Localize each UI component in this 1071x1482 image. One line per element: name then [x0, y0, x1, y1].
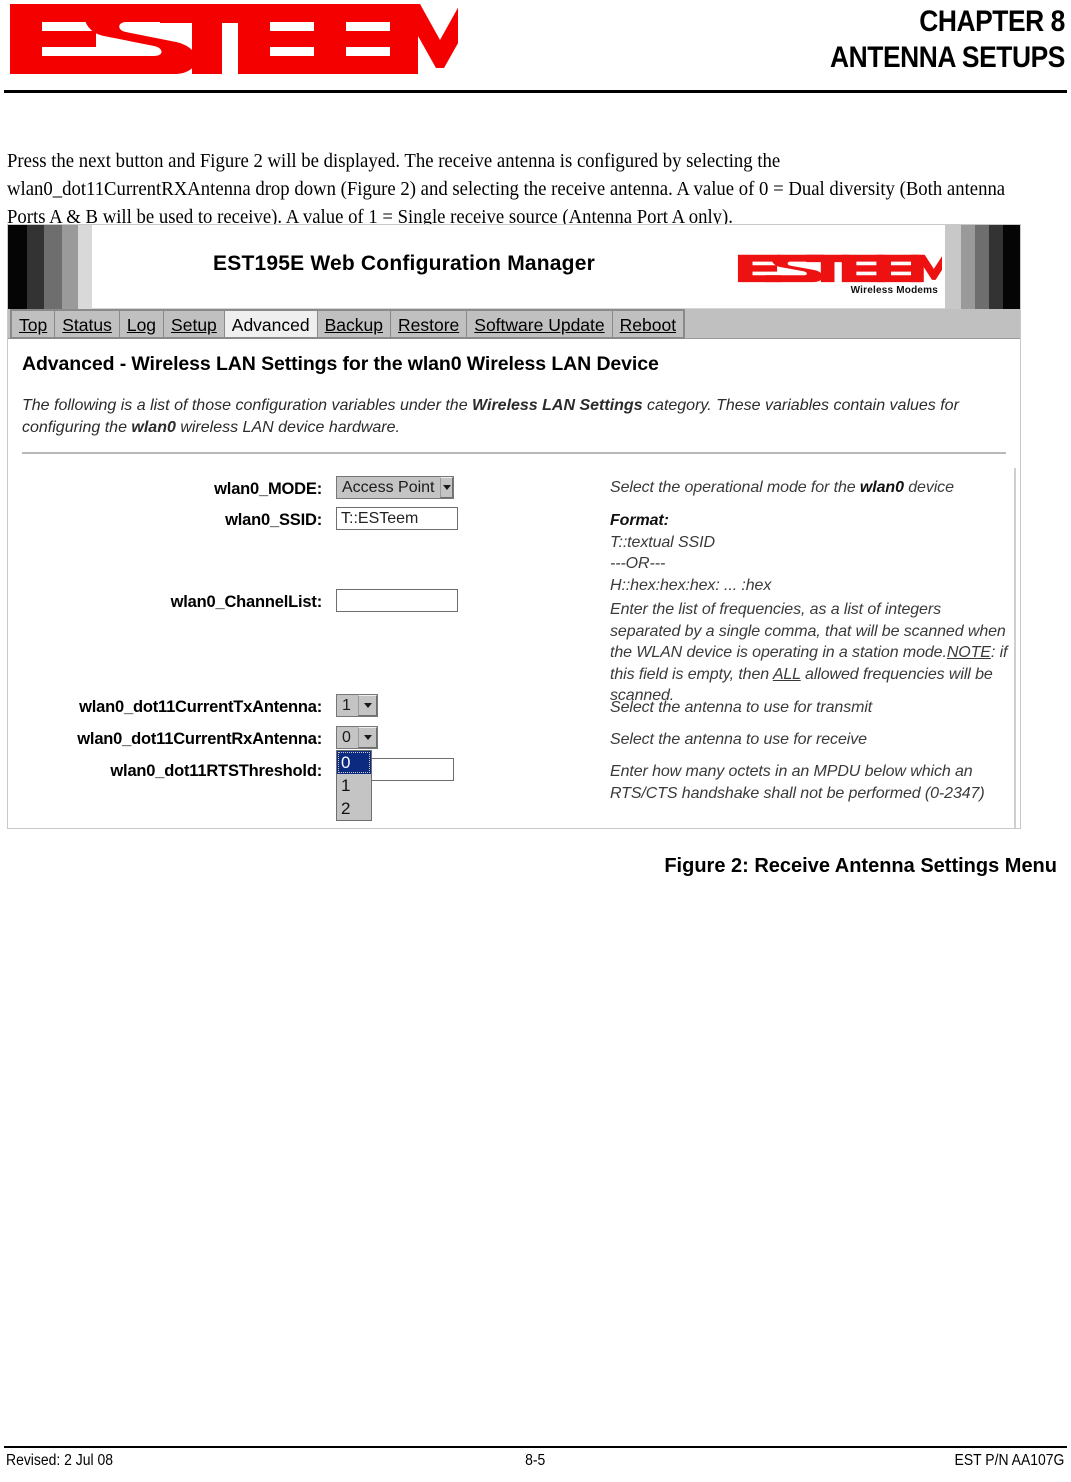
nav-tab-restore[interactable]: Restore [391, 311, 468, 337]
wlan0-tx-antenna-value: 1 [342, 696, 351, 714]
wlan0-tx-antenna-select[interactable]: 1 [336, 694, 378, 717]
content-heading: Advanced - Wireless LAN Settings for the… [22, 353, 659, 375]
label-wlan0-rx-antenna: wlan0_dot11CurrentRxAntenna: [77, 730, 322, 748]
intro-bold-wireless-lan-settings: Wireless LAN Settings [472, 397, 643, 414]
figure-caption: Figure 2: Receive Antenna Settings Menu [664, 855, 1057, 877]
description-ssid: Format: T::textual SSID ---OR--- H::hex:… [610, 510, 1005, 596]
description-rts-threshold: Enter how many octets in an MPDU below w… [610, 763, 985, 802]
nav-tab-advanced[interactable]: Advanced [224, 311, 318, 337]
dropdown-option-1[interactable]: 1 [337, 774, 371, 797]
ssid-format-line3: H::hex:hex:hex: ... :hex [610, 576, 772, 594]
channel-desc-note: NOTE [946, 644, 991, 661]
content-intro: The following is a list of those configu… [22, 395, 1006, 439]
field-row-rts-threshold: wlan0_dot11RTSThreshold: [22, 760, 322, 781]
field-row-channel-list: wlan0_ChannelList: [22, 591, 323, 612]
wlan0-ssid-input[interactable] [336, 507, 458, 530]
label-wlan0-tx-antenna: wlan0_dot11CurrentTxAntenna: [79, 698, 322, 716]
web-manager-banner: EST195E Web Configuration Manager Wirele… [8, 225, 1020, 309]
nav-tab-setup[interactable]: Setup [164, 311, 225, 337]
field-row-tx-antenna: wlan0_dot11CurrentTxAntenna: [22, 696, 322, 717]
chapter-title-block: CHAPTER 8 ANTENNA SETUPS [798, 4, 1065, 76]
ssid-format-line2: ---OR--- [610, 555, 666, 572]
field-row-ssid: wlan0_SSID: [22, 509, 322, 530]
description-mode: Select the operational mode for the wlan… [610, 479, 954, 496]
page-footer: Revised: 2 Jul 08 8-5 EST P/N AA107G [6, 1452, 1064, 1470]
nav-tab-software-update[interactable]: Software Update [467, 311, 613, 337]
footer-divider [4, 1446, 1067, 1448]
figure-screenshot: EST195E Web Configuration Manager Wirele… [7, 224, 1021, 829]
wlan0-mode-value: Access Point [342, 478, 435, 496]
wlan0-mode-select[interactable]: Access Point [336, 476, 454, 499]
wlan0-rx-antenna-dropdown-list[interactable]: 0 1 2 [336, 750, 372, 821]
label-wlan0-mode: wlan0_MODE: [214, 480, 322, 498]
body-paragraph: Press the next button and Figure 2 will … [7, 150, 1006, 228]
label-wlan0-ssid: wlan0_SSID: [225, 511, 322, 529]
field-row-mode: wlan0_MODE: [22, 478, 322, 499]
ssid-format-title: Format: [610, 512, 669, 529]
banner-stripes-right [945, 225, 1020, 309]
dropdown-option-2[interactable]: 2 [337, 797, 371, 820]
description-channel-list: Enter the list of frequencies, as a list… [610, 599, 1015, 707]
header-divider [4, 90, 1067, 93]
label-wlan0-channellist: wlan0_ChannelList: [170, 593, 323, 611]
page-header: CHAPTER 8 ANTENNA SETUPS [0, 0, 1071, 96]
nav-tab-log[interactable]: Log [119, 311, 165, 337]
chevron-down-icon[interactable] [358, 695, 377, 716]
channel-desc-all: ALL [772, 665, 801, 683]
settings-form: wlan0_MODE: Access Point wlan0_SSID: wla… [22, 468, 1016, 828]
wlan0-channellist-input[interactable] [336, 589, 458, 612]
control-wlan0-mode: Access Point [336, 476, 454, 499]
intro-text-3: wireless LAN device hardware. [175, 419, 400, 436]
web-manager-content: Advanced - Wireless LAN Settings for the… [8, 339, 1020, 828]
chapter-number: CHAPTER 8 [919, 5, 1065, 38]
control-wlan0-ssid [336, 507, 458, 530]
ssid-format-line1: T::textual SSID [610, 533, 715, 551]
nav-tab-status[interactable]: Status [55, 311, 120, 337]
footer-page-number: 8-5 [525, 1452, 546, 1469]
dropdown-option-0[interactable]: 0 [337, 751, 371, 774]
intro-text-1: The following is a list of those configu… [22, 397, 473, 414]
nav-tab-top[interactable]: Top [12, 311, 56, 337]
description-rx-antenna: Select the antenna to use for receive [610, 731, 867, 748]
control-wlan0-rx-antenna: 0 0 1 2 [336, 726, 378, 821]
nav-tab-backup[interactable]: Backup [317, 311, 391, 337]
control-wlan0-tx-antenna: 1 [336, 694, 378, 717]
chapter-name: ANTENNA SETUPS [830, 41, 1065, 74]
chevron-down-icon[interactable] [358, 727, 377, 748]
intro-bold-wlan0: wlan0 [131, 419, 176, 436]
content-divider [22, 452, 1006, 454]
chevron-down-icon[interactable] [440, 477, 453, 498]
description-tx-antenna: Select the antenna to use for transmit [610, 699, 873, 716]
nav-tab-list: Top Status Log Setup Advanced Backup Res… [10, 309, 686, 339]
wlan0-rx-antenna-value: 0 [342, 728, 351, 746]
control-wlan0-channellist [336, 589, 458, 612]
wlan0-rx-antenna-select[interactable]: 0 [336, 726, 378, 749]
web-manager-navbar: Top Status Log Setup Advanced Backup Res… [8, 309, 1020, 339]
field-row-rx-antenna: wlan0_dot11CurrentRxAntenna: [22, 728, 322, 749]
banner-logo-tagline: Wireless Modems [850, 285, 938, 296]
nav-tab-reboot[interactable]: Reboot [612, 311, 684, 337]
esteem-logo [10, 4, 458, 74]
label-wlan0-rts-threshold: wlan0_dot11RTSThreshold: [110, 762, 322, 780]
